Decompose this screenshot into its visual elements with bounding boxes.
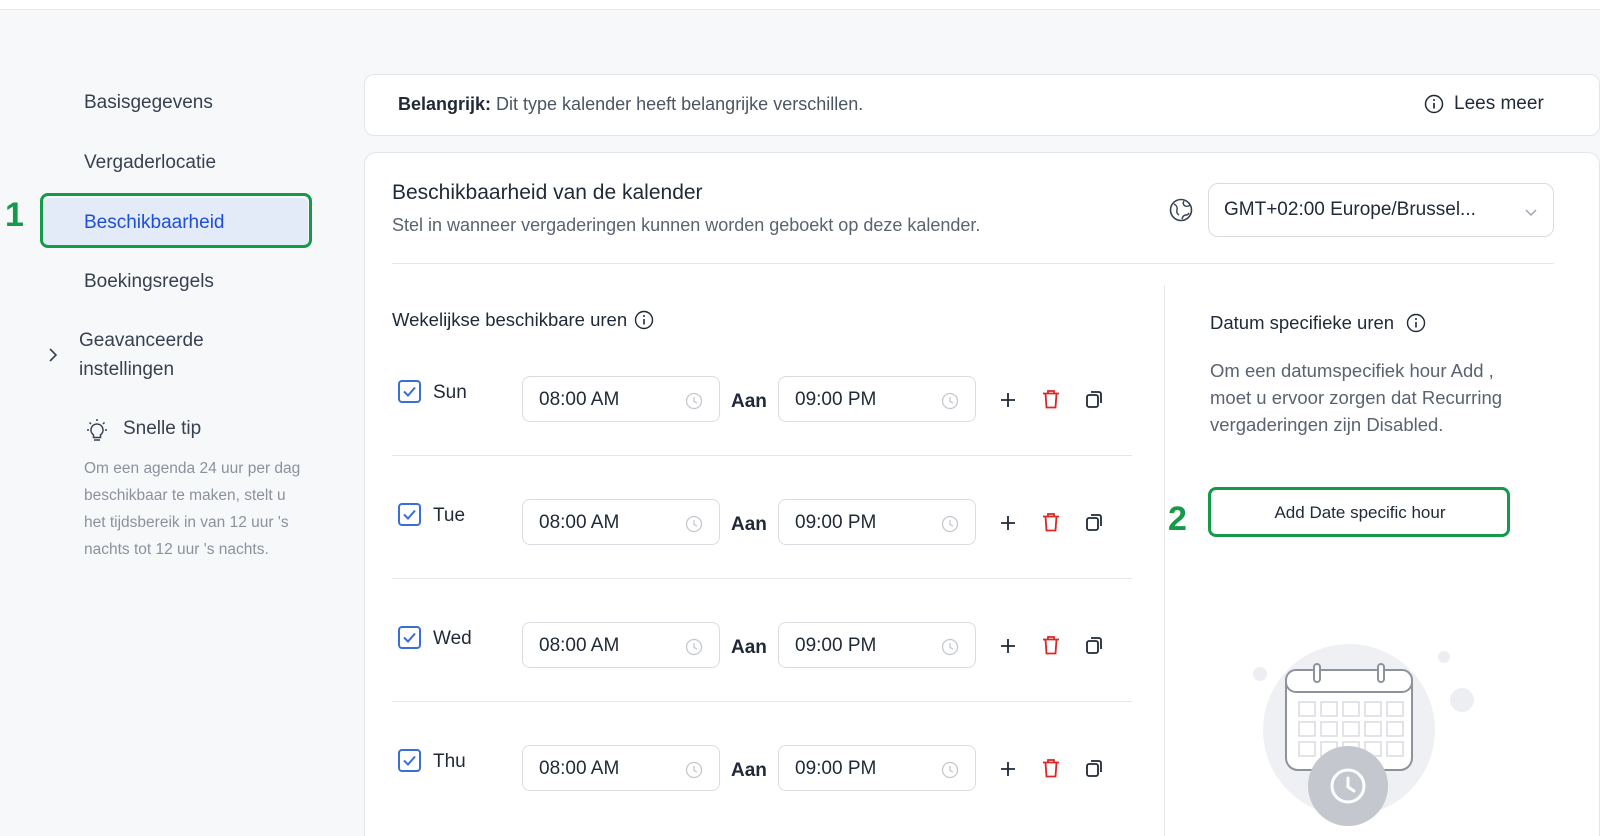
to-label: Aan [731,514,767,535]
copy-icon[interactable] [1083,511,1105,533]
day-label: Tue [433,505,466,526]
end-time-value: 09:00 PM [795,635,877,656]
end-time-input[interactable]: 09:00 PM [778,376,976,422]
to-label: Aan [731,760,767,781]
header-divider [392,263,1554,264]
check-icon [403,509,416,520]
clock-icon [685,515,703,533]
clock-icon [685,392,703,410]
annotation-marker-2: 2 [1168,500,1187,538]
start-time-input[interactable]: 08:00 AM [522,622,720,668]
weekly-hours-label: Wekelijkse beschikbare uren [392,309,628,330]
copy-icon[interactable] [1083,388,1105,410]
date-specific-label: Datum specifieke uren [1210,312,1395,333]
annotation-marker-1: 1 [5,196,24,234]
highlight-box-2 [1208,487,1510,537]
calendar-clock-illustration [1253,644,1474,826]
day-checkbox[interactable] [398,503,421,526]
day-row: Tue 08:00 AM Aan 09:00 PM [392,485,1134,605]
trash-icon[interactable] [1040,634,1062,656]
plus-icon[interactable] [997,512,1019,534]
day-row: Thu 08:00 AM Aan 09:00 PM [392,731,1134,836]
end-time-value: 09:00 PM [795,389,877,410]
weekly-hours-title: Wekelijkse beschikbare uren [392,309,654,331]
day-checkbox[interactable] [398,380,421,403]
trash-icon[interactable] [1040,388,1062,410]
end-time-input[interactable]: 09:00 PM [778,499,976,545]
day-checkbox[interactable] [398,626,421,649]
plus-icon[interactable] [997,635,1019,657]
timezone-select[interactable]: GMT+02:00 Europe/Brussel... [1208,183,1554,237]
panel-divider [1164,285,1165,836]
trash-icon[interactable] [1040,757,1062,779]
chevron-right-icon[interactable] [46,348,60,362]
availability-subtitle: Stel in wanneer vergaderingen kunnen wor… [392,215,981,235]
check-icon [403,632,416,643]
sidebar-item-vergaderlocatie[interactable]: Vergaderlocatie [84,152,216,174]
clock-icon [685,638,703,656]
sidebar-item-basisgegevens[interactable]: Basisgegevens [84,92,213,114]
trash-icon[interactable] [1040,511,1062,533]
availability-title: Beschikbaarheid van de kalender [392,181,703,204]
day-label: Sun [433,382,467,403]
day-checkbox[interactable] [398,749,421,772]
notice-message: Dit type kalender heeft belangrijke vers… [491,94,864,114]
check-icon [403,755,416,766]
start-time-input[interactable]: 08:00 AM [522,499,720,545]
row-divider [392,578,1132,579]
tip-title: Snelle tip [123,418,202,439]
to-label: Aan [731,391,767,412]
info-icon[interactable] [634,310,654,330]
copy-icon[interactable] [1083,634,1105,656]
day-label: Thu [433,751,466,772]
day-row: Sun 08:00 AM Aan 09:00 PM [392,362,1134,482]
sidebar-item-boekingsregels[interactable]: Boekingsregels [84,271,214,293]
date-specific-title: Datum specifieke uren [1210,312,1426,334]
timezone-value: GMT+02:00 Europe/Brussel... [1224,199,1476,220]
clock-icon [941,761,959,779]
read-more-link[interactable]: Lees meer [1424,93,1544,115]
start-time-value: 08:00 AM [539,758,620,779]
advanced-label-line1: Geavanceerde [79,330,204,351]
globe-icon [1169,198,1193,222]
read-more-label[interactable]: Lees meer [1454,93,1544,115]
check-icon [403,386,416,397]
sidebar-item-advanced[interactable]: Geavanceerde instellingen [79,326,204,384]
start-time-value: 08:00 AM [539,635,620,656]
day-row: Wed 08:00 AM Aan 09:00 PM [392,608,1134,728]
copy-icon[interactable] [1083,757,1105,779]
day-label: Wed [433,628,472,649]
end-time-value: 09:00 PM [795,512,877,533]
end-time-input[interactable]: 09:00 PM [778,745,976,791]
info-icon[interactable] [1406,313,1426,333]
info-icon [1424,94,1444,114]
start-time-input[interactable]: 08:00 AM [522,745,720,791]
top-bar [0,0,1600,10]
end-time-input[interactable]: 09:00 PM [778,622,976,668]
clock-icon [941,392,959,410]
chevron-down-icon [1525,209,1537,216]
tip-text: Om een agenda 24 uur per dag beschikbaar… [84,460,301,558]
start-time-value: 08:00 AM [539,512,620,533]
row-divider [392,455,1132,456]
clock-icon [685,761,703,779]
highlight-box-1 [40,193,312,248]
plus-icon[interactable] [997,758,1019,780]
clock-icon [941,515,959,533]
row-divider [392,701,1132,702]
clock-icon [941,638,959,656]
notice-text: Belangrijk: Dit type kalender heeft bela… [398,94,863,115]
to-label: Aan [731,637,767,658]
date-specific-text: Om een datumspecifiek hour Add , moet u … [1210,360,1503,435]
plus-icon[interactable] [997,389,1019,411]
notice-bold: Belangrijk: [398,94,492,114]
advanced-label-line2: instellingen [79,359,175,380]
start-time-input[interactable]: 08:00 AM [522,376,720,422]
end-time-value: 09:00 PM [795,758,877,779]
lightbulb-icon [87,419,107,441]
start-time-value: 08:00 AM [539,389,620,410]
